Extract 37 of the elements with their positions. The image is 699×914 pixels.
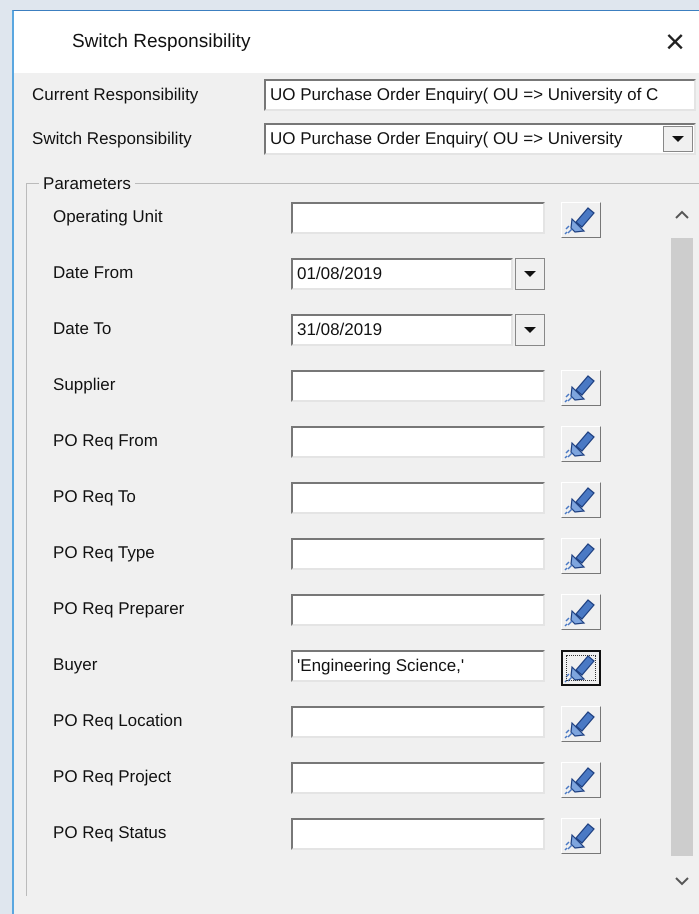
parameter-label: Date From — [53, 262, 134, 284]
parameter-label: PO Req Type — [53, 542, 156, 564]
field-label: Switch Responsibility — [32, 128, 193, 150]
parameter-label: Date To — [53, 318, 112, 340]
close-button[interactable]: × — [651, 25, 699, 59]
parameter-field[interactable] — [291, 202, 545, 234]
parameter-label: Supplier — [53, 374, 116, 396]
parameter-field[interactable] — [291, 818, 545, 850]
responsibility-dropdown[interactable]: UO Purchase Order Enquiry( OU => University — [264, 123, 696, 155]
parameter-field[interactable]: 'Engineering Science,' — [291, 650, 545, 682]
parameter-label: PO Req From — [53, 430, 159, 452]
parameter-label: PO Req Status — [53, 822, 168, 844]
parameter-field[interactable] — [291, 426, 545, 458]
caret-icon — [671, 135, 685, 143]
window-title: Switch Responsibility — [72, 30, 250, 54]
parameter-field[interactable] — [291, 594, 545, 626]
date-field[interactable]: 01/08/2019 — [291, 258, 513, 290]
parameter-label: PO Req Location — [53, 710, 184, 732]
search-button[interactable] — [561, 650, 601, 686]
responsibility-field[interactable]: UO Purchase Order Enquiry( OU => University of C — [264, 79, 696, 111]
field-label: Current Responsibility — [32, 84, 200, 106]
parameter-field[interactable] — [291, 762, 545, 794]
caret-icon — [523, 326, 537, 334]
parameter-label: Operating Unit — [53, 206, 164, 228]
parameter-field[interactable] — [291, 370, 545, 402]
parameter-label: PO Req Project — [53, 766, 172, 788]
parameter-field[interactable] — [291, 706, 545, 738]
date-field[interactable]: 31/08/2019 — [291, 314, 513, 346]
parameter-label: PO Req To — [53, 486, 137, 508]
parameter-label: Buyer — [53, 654, 98, 676]
parameter-field[interactable] — [291, 538, 545, 570]
parameter-label: PO Req Preparer — [53, 598, 186, 620]
dropdown-button[interactable] — [515, 258, 545, 290]
dropdown-button[interactable] — [515, 314, 545, 346]
parameter-field[interactable] — [291, 482, 545, 514]
scroll-thumb[interactable] — [671, 238, 693, 856]
caret-icon — [523, 270, 537, 278]
